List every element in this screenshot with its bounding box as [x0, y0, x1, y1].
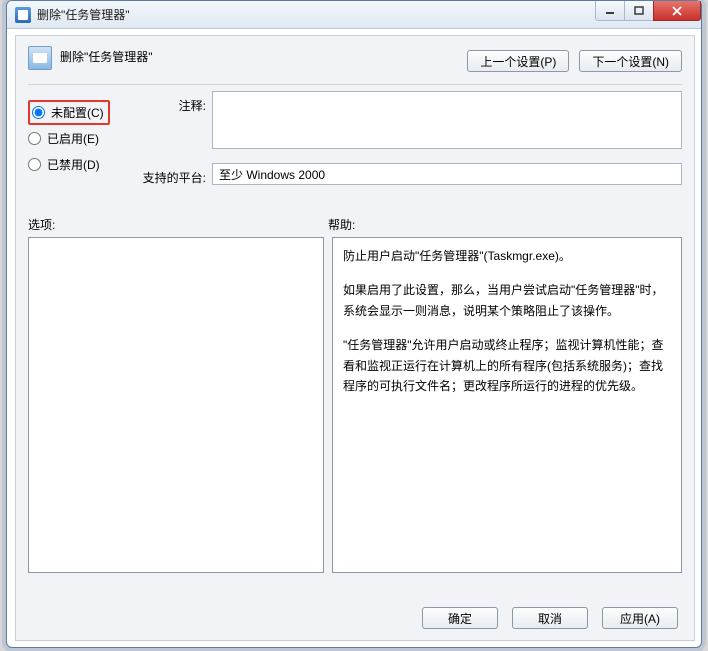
- cancel-button[interactable]: 取消: [512, 607, 588, 629]
- next-setting-button[interactable]: 下一个设置(N): [579, 50, 682, 72]
- note-label: 注释:: [142, 91, 212, 114]
- policy-icon: [28, 46, 52, 70]
- close-button[interactable]: [653, 1, 701, 21]
- footer: 确定 取消 应用(A): [16, 596, 694, 640]
- radio-disabled-label: 已禁用(D): [47, 156, 100, 173]
- radio-enabled[interactable]: [28, 132, 41, 145]
- radio-column: 未配置(C) 已启用(E) 已禁用(D): [28, 91, 132, 192]
- supported-on-label: 支持的平台:: [142, 163, 212, 186]
- prev-setting-button[interactable]: 上一个设置(P): [467, 50, 569, 72]
- note-textarea[interactable]: [212, 91, 682, 149]
- mid-labels: 选项: 帮助:: [16, 192, 694, 237]
- radio-not-configured-wrap: 未配置(C): [28, 99, 132, 125]
- options-label: 选项:: [28, 216, 328, 233]
- apply-button[interactable]: 应用(A): [602, 607, 678, 629]
- radio-not-configured-label: 未配置(C): [51, 104, 104, 121]
- help-label: 帮助:: [328, 216, 682, 233]
- maximize-button[interactable]: [624, 1, 654, 21]
- window-title: 删除"任务管理器": [37, 6, 130, 23]
- help-p2: 如果启用了此设置，那么，当用户尝试启动"任务管理器"时，系统会显示一则消息，说明…: [343, 280, 671, 321]
- form-column: 注释: 支持的平台: 至少 Windows 2000: [142, 91, 682, 192]
- ok-button[interactable]: 确定: [422, 607, 498, 629]
- cancel-label: 取消: [538, 610, 562, 627]
- prev-setting-label: 上一个设置(P): [480, 53, 556, 70]
- radio-enabled-wrap: 已启用(E): [28, 125, 132, 151]
- platform-row: 支持的平台: 至少 Windows 2000: [142, 163, 682, 186]
- radio-not-configured[interactable]: [32, 106, 45, 119]
- header-row: 删除"任务管理器" 上一个设置(P) 下一个设置(N): [16, 36, 694, 84]
- radio-disabled[interactable]: [28, 158, 41, 171]
- note-row: 注释:: [142, 91, 682, 149]
- help-pane[interactable]: 防止用户启动"任务管理器"(Taskmgr.exe)。 如果启用了此设置，那么，…: [332, 237, 682, 573]
- supported-on-value: 至少 Windows 2000: [212, 163, 682, 185]
- config-area: 未配置(C) 已启用(E) 已禁用(D) 注释: 支持的平: [16, 85, 694, 192]
- radio-enabled-label: 已启用(E): [47, 130, 99, 147]
- panes: 防止用户启动"任务管理器"(Taskmgr.exe)。 如果启用了此设置，那么，…: [16, 237, 694, 573]
- close-icon: [671, 6, 683, 16]
- help-p3: "任务管理器"允许用户启动或终止程序；监视计算机性能；查看和监视正运行在计算机上…: [343, 335, 671, 396]
- ok-label: 确定: [448, 610, 472, 627]
- help-p1: 防止用户启动"任务管理器"(Taskmgr.exe)。: [343, 246, 671, 266]
- maximize-icon: [634, 6, 644, 16]
- minimize-icon: [605, 6, 615, 16]
- minimize-button[interactable]: [595, 1, 625, 21]
- highlight-box: 未配置(C): [28, 100, 110, 125]
- dialog-window: 删除"任务管理器" 删除"任务管理器" 上一个设置(P) 下一个设置(N): [6, 0, 702, 648]
- next-setting-label: 下一个设置(N): [592, 53, 669, 70]
- app-icon: [15, 7, 31, 23]
- titlebar[interactable]: 删除"任务管理器": [7, 1, 701, 29]
- client-area: 删除"任务管理器" 上一个设置(P) 下一个设置(N) 未配置(C) 已启用(E…: [15, 35, 695, 641]
- options-pane[interactable]: [28, 237, 324, 573]
- radio-disabled-wrap: 已禁用(D): [28, 151, 132, 177]
- nav-buttons: 上一个设置(P) 下一个设置(N): [467, 44, 682, 72]
- policy-title: 删除"任务管理器": [60, 44, 467, 65]
- window-buttons: [596, 1, 701, 21]
- apply-label: 应用(A): [620, 610, 660, 627]
